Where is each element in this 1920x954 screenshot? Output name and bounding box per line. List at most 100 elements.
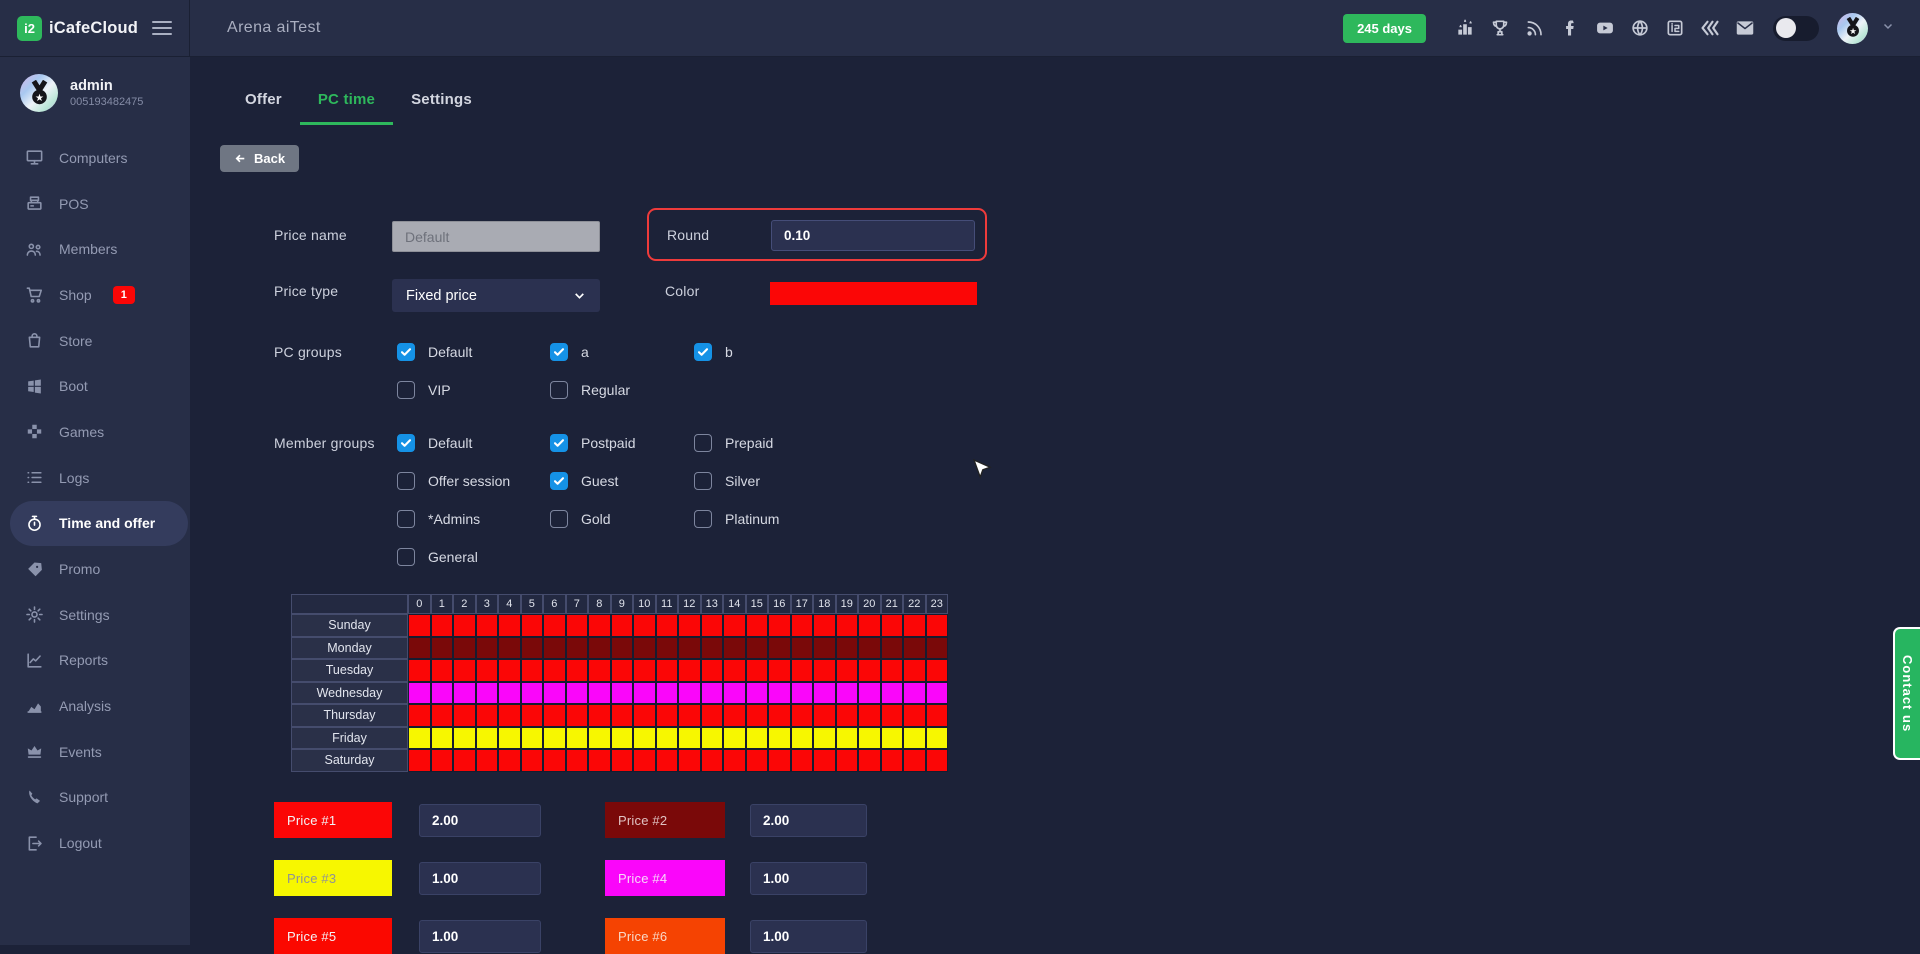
- checkbox-checked-icon[interactable]: [694, 343, 712, 361]
- price-swatch-1[interactable]: Price #1: [274, 802, 392, 838]
- schedule-cell-tuesday-17[interactable]: [791, 659, 814, 682]
- schedule-cell-tuesday-7[interactable]: [566, 659, 589, 682]
- stats-podium-icon[interactable]: [1454, 18, 1475, 39]
- schedule-cell-saturday-20[interactable]: [858, 749, 881, 772]
- checkbox-unchecked-icon[interactable]: [397, 548, 415, 566]
- schedule-cell-friday-5[interactable]: [521, 727, 544, 750]
- schedule-cell-tuesday-22[interactable]: [903, 659, 926, 682]
- schedule-cell-tuesday-11[interactable]: [656, 659, 679, 682]
- schedule-cell-monday-18[interactable]: [813, 637, 836, 660]
- schedule-cell-saturday-14[interactable]: [723, 749, 746, 772]
- sidebar-item-computers[interactable]: Computers: [0, 135, 190, 181]
- schedule-cell-friday-9[interactable]: [611, 727, 634, 750]
- sidebar-item-members[interactable]: Members: [0, 226, 190, 272]
- schedule-cell-thursday-5[interactable]: [521, 704, 544, 727]
- checkbox-unchecked-icon[interactable]: [397, 510, 415, 528]
- schedule-cell-sunday-11[interactable]: [656, 614, 679, 637]
- schedule-cell-monday-5[interactable]: [521, 637, 544, 660]
- schedule-cell-friday-2[interactable]: [453, 727, 476, 750]
- schedule-cell-saturday-8[interactable]: [588, 749, 611, 772]
- pc-group-checkbox-vip[interactable]: VIP: [397, 378, 550, 402]
- sidebar-item-analysis[interactable]: Analysis: [0, 683, 190, 729]
- schedule-cell-saturday-15[interactable]: [746, 749, 769, 772]
- checkbox-unchecked-icon[interactable]: [694, 434, 712, 452]
- sidebar-item-shop[interactable]: Shop1: [0, 272, 190, 318]
- schedule-cell-tuesday-12[interactable]: [678, 659, 701, 682]
- schedule-cell-monday-16[interactable]: [768, 637, 791, 660]
- icafe-logo-icon[interactable]: [1664, 18, 1685, 39]
- schedule-cell-tuesday-9[interactable]: [611, 659, 634, 682]
- schedule-cell-monday-11[interactable]: [656, 637, 679, 660]
- schedule-cell-sunday-23[interactable]: [926, 614, 949, 637]
- schedule-cell-saturday-4[interactable]: [498, 749, 521, 772]
- schedule-cell-thursday-11[interactable]: [656, 704, 679, 727]
- member-group-checkbox-platinum[interactable]: Platinum: [694, 507, 874, 531]
- sidebar-item-support[interactable]: Support: [0, 775, 190, 821]
- schedule-cell-sunday-3[interactable]: [476, 614, 499, 637]
- schedule-cell-thursday-16[interactable]: [768, 704, 791, 727]
- schedule-cell-friday-11[interactable]: [656, 727, 679, 750]
- price-type-select[interactable]: Fixed price: [392, 279, 600, 312]
- member-group-checkbox-offer-session[interactable]: Offer session: [397, 469, 550, 493]
- price-value-input-6[interactable]: [750, 920, 867, 953]
- stacked-chevrons-icon[interactable]: [1699, 18, 1720, 39]
- checkbox-unchecked-icon[interactable]: [694, 472, 712, 490]
- brand-logo[interactable]: i2 iCafeCloud: [17, 16, 138, 41]
- schedule-cell-tuesday-3[interactable]: [476, 659, 499, 682]
- schedule-cell-sunday-20[interactable]: [858, 614, 881, 637]
- schedule-cell-tuesday-18[interactable]: [813, 659, 836, 682]
- member-group-checkbox--admins[interactable]: *Admins: [397, 507, 550, 531]
- schedule-cell-wednesday-12[interactable]: [678, 682, 701, 705]
- sidebar-item-pos[interactable]: POS: [0, 181, 190, 227]
- schedule-cell-friday-6[interactable]: [543, 727, 566, 750]
- schedule-cell-saturday-13[interactable]: [701, 749, 724, 772]
- schedule-cell-wednesday-18[interactable]: [813, 682, 836, 705]
- price-swatch-4[interactable]: Price #4: [605, 860, 725, 896]
- price-value-input-4[interactable]: [750, 862, 867, 895]
- sidebar-item-events[interactable]: Events: [0, 729, 190, 775]
- schedule-cell-monday-17[interactable]: [791, 637, 814, 660]
- schedule-cell-thursday-23[interactable]: [926, 704, 949, 727]
- schedule-cell-wednesday-11[interactable]: [656, 682, 679, 705]
- schedule-cell-tuesday-16[interactable]: [768, 659, 791, 682]
- schedule-cell-monday-23[interactable]: [926, 637, 949, 660]
- color-swatch[interactable]: [770, 282, 977, 305]
- schedule-cell-monday-9[interactable]: [611, 637, 634, 660]
- schedule-cell-sunday-5[interactable]: [521, 614, 544, 637]
- member-group-checkbox-prepaid[interactable]: Prepaid: [694, 431, 874, 455]
- schedule-cell-monday-14[interactable]: [723, 637, 746, 660]
- price-value-input-2[interactable]: [750, 804, 867, 837]
- schedule-cell-wednesday-6[interactable]: [543, 682, 566, 705]
- schedule-cell-wednesday-14[interactable]: [723, 682, 746, 705]
- sidebar-item-promo[interactable]: Promo: [0, 546, 190, 592]
- schedule-cell-wednesday-23[interactable]: [926, 682, 949, 705]
- schedule-cell-monday-15[interactable]: [746, 637, 769, 660]
- schedule-cell-tuesday-19[interactable]: [836, 659, 859, 682]
- schedule-cell-monday-3[interactable]: [476, 637, 499, 660]
- schedule-cell-wednesday-10[interactable]: [633, 682, 656, 705]
- schedule-cell-friday-3[interactable]: [476, 727, 499, 750]
- checkbox-checked-icon[interactable]: [550, 472, 568, 490]
- price-swatch-5[interactable]: Price #5: [274, 918, 392, 954]
- sidebar-item-time-and-offer[interactable]: Time and offer: [10, 501, 188, 547]
- member-group-checkbox-guest[interactable]: Guest: [550, 469, 694, 493]
- user-avatar[interactable]: ★: [1837, 13, 1868, 44]
- schedule-cell-wednesday-20[interactable]: [858, 682, 881, 705]
- schedule-cell-thursday-10[interactable]: [633, 704, 656, 727]
- schedule-cell-thursday-6[interactable]: [543, 704, 566, 727]
- schedule-cell-saturday-10[interactable]: [633, 749, 656, 772]
- round-input[interactable]: [771, 220, 975, 251]
- schedule-cell-monday-7[interactable]: [566, 637, 589, 660]
- schedule-cell-friday-13[interactable]: [701, 727, 724, 750]
- schedule-cell-saturday-19[interactable]: [836, 749, 859, 772]
- sidebar-item-store[interactable]: Store: [0, 318, 190, 364]
- schedule-cell-thursday-17[interactable]: [791, 704, 814, 727]
- schedule-cell-monday-21[interactable]: [881, 637, 904, 660]
- schedule-cell-wednesday-13[interactable]: [701, 682, 724, 705]
- schedule-cell-tuesday-5[interactable]: [521, 659, 544, 682]
- contact-us-tab[interactable]: Contact us: [1893, 627, 1920, 760]
- schedule-cell-wednesday-1[interactable]: [431, 682, 454, 705]
- price-swatch-6[interactable]: Price #6: [605, 918, 725, 954]
- schedule-cell-thursday-22[interactable]: [903, 704, 926, 727]
- schedule-cell-saturday-21[interactable]: [881, 749, 904, 772]
